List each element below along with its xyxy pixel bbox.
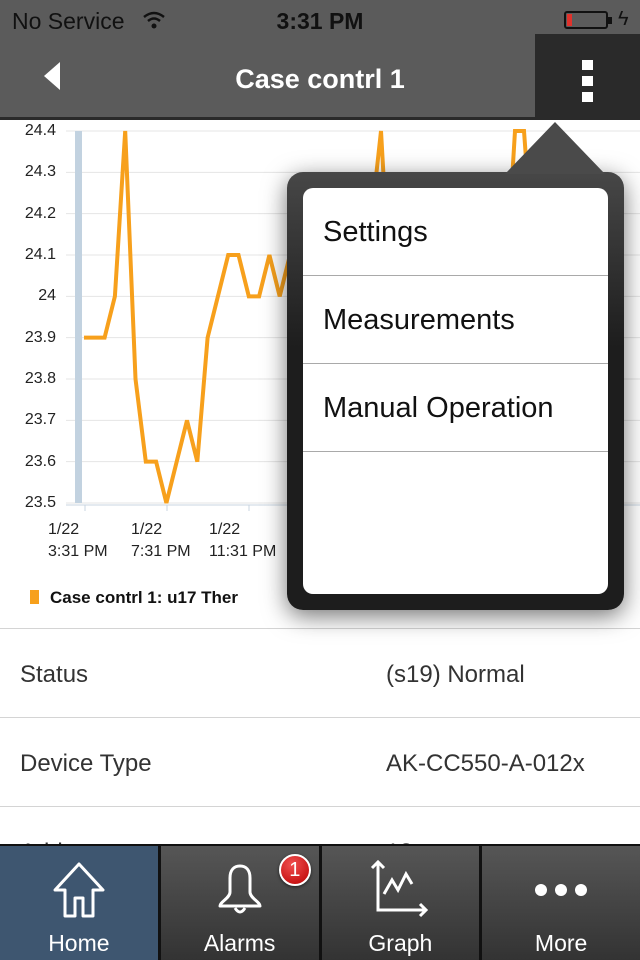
chart-legend: Case contrl 1: u17 Ther bbox=[30, 588, 238, 608]
popover-menu: Settings Measurements Manual Operation bbox=[303, 188, 608, 594]
battery-icon bbox=[564, 11, 612, 29]
y-tick: 23.6 bbox=[24, 452, 56, 470]
options-popover: Settings Measurements Manual Operation bbox=[287, 122, 624, 610]
y-tick: 23.7 bbox=[24, 411, 56, 429]
x-tick: 1/22 11:31 PM bbox=[209, 521, 277, 560]
tab-label: Alarms bbox=[203, 930, 276, 956]
clock: 3:31 PM bbox=[276, 8, 364, 34]
more-vertical-icon bbox=[582, 60, 593, 70]
more-horizontal-icon bbox=[535, 884, 588, 896]
more-menu-button[interactable] bbox=[535, 34, 640, 120]
tab-alarms[interactable]: 1 Alarms bbox=[160, 846, 319, 960]
tab-graph[interactable]: Graph bbox=[321, 846, 480, 960]
popover-arrow bbox=[505, 122, 605, 174]
x-tick: 1/22 7:31 PM bbox=[131, 521, 191, 560]
detail-row-device-type[interactable]: Device Type AK-CC550-A-012x bbox=[0, 718, 640, 806]
tab-label: Home bbox=[48, 930, 110, 956]
x-tick: 1/22 3:31 PM bbox=[48, 521, 108, 560]
legend-swatch bbox=[30, 590, 39, 604]
more-vertical-icon-dot bbox=[582, 76, 593, 86]
tab-label: More bbox=[534, 930, 588, 956]
y-tick: 23.5 bbox=[24, 494, 56, 511]
detail-value: AK-CC550-A-012x bbox=[386, 750, 585, 777]
menu-item-settings[interactable]: Settings bbox=[303, 188, 608, 276]
menu-item-measurements[interactable]: Measurements bbox=[303, 276, 608, 364]
tab-bar: Home 1 Alarms Graph More bbox=[0, 844, 640, 960]
legend-label: Case contrl 1: u17 Ther bbox=[50, 588, 239, 607]
detail-value: (s19) Normal bbox=[386, 661, 525, 688]
navigation-bar: Case contrl 1 bbox=[0, 34, 640, 120]
series-line bbox=[84, 130, 292, 504]
menu-item-manual-operation[interactable]: Manual Operation bbox=[303, 364, 608, 452]
alarm-badge: 1 bbox=[278, 854, 311, 886]
bell-icon bbox=[218, 864, 262, 914]
tab-label: Graph bbox=[368, 930, 433, 956]
y-axis-scrollbar[interactable] bbox=[75, 131, 82, 503]
y-tick: 24.3 bbox=[24, 163, 56, 181]
y-tick: 24.1 bbox=[24, 246, 56, 263]
graph-icon bbox=[371, 860, 429, 918]
y-tick: 23.8 bbox=[24, 370, 56, 387]
y-tick: 24.2 bbox=[24, 204, 56, 222]
y-tick: 24.4 bbox=[24, 122, 56, 139]
y-tick: 24 bbox=[38, 287, 56, 305]
detail-row-status[interactable]: Status (s19) Normal bbox=[0, 629, 640, 717]
detail-key: Status bbox=[20, 661, 89, 688]
home-icon bbox=[53, 862, 105, 918]
charging-icon: ϟ bbox=[618, 8, 629, 30]
detail-key: Device Type bbox=[20, 750, 152, 777]
tab-more[interactable]: More bbox=[482, 846, 640, 960]
more-vertical-icon-dot bbox=[582, 92, 593, 102]
y-tick: 23.9 bbox=[24, 328, 56, 346]
tab-home[interactable]: Home bbox=[0, 846, 158, 960]
